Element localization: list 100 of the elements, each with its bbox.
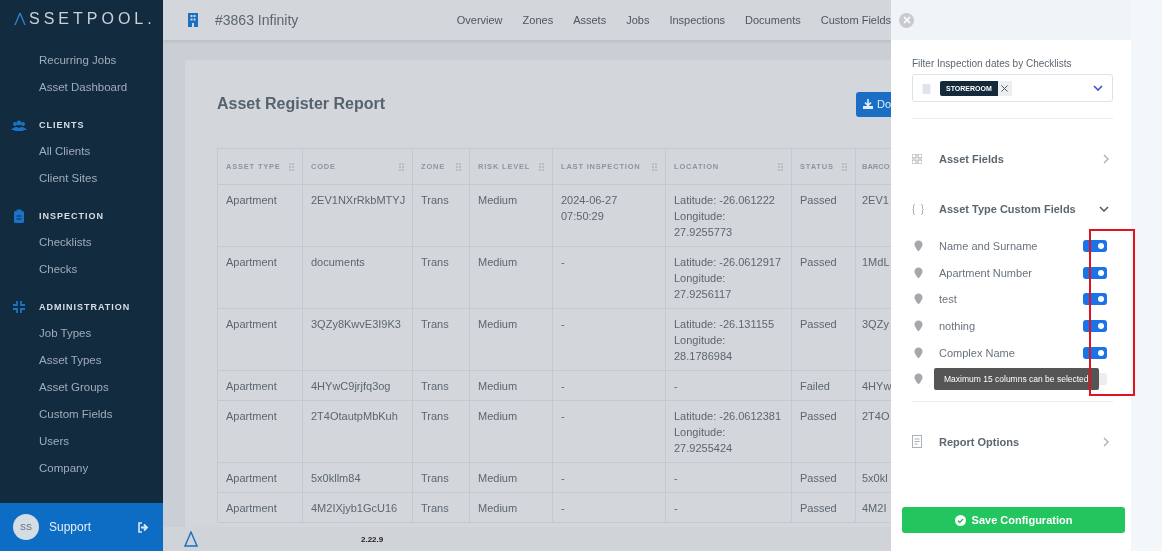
table-cell-text: 2T4O: [862, 409, 891, 424]
sidebar-item[interactable]: Company: [0, 455, 163, 482]
table-cell-text: 4M2I: [862, 501, 888, 516]
table-cell-text: Apartment: [226, 471, 278, 486]
table-cell-text: Apartment: [226, 193, 278, 208]
section-header[interactable]: Report Options: [912, 431, 1113, 452]
sidebar-item[interactable]: Asset Types: [0, 347, 163, 374]
nav-link[interactable]: Documents: [735, 14, 811, 26]
sidebar-item[interactable]: Checklists: [0, 229, 163, 256]
toggle-switch[interactable]: [1083, 266, 1107, 279]
nav-link[interactable]: Jobs: [616, 14, 660, 26]
sidebar-item[interactable]: Users: [0, 428, 163, 455]
nav-link[interactable]: Assets: [563, 14, 617, 26]
table-cell-text: 4HYwC9jrjfq3og: [311, 379, 392, 394]
chevron-down-icon: [1093, 85, 1103, 91]
nav-link[interactable]: Inspections: [659, 14, 736, 26]
map-pin-icon: [914, 373, 923, 386]
building-icon: [188, 13, 198, 27]
section-header[interactable]: Asset Type Custom Fields: [912, 199, 1113, 219]
table-cell-text: Trans: [421, 255, 450, 270]
sidebar-item[interactable]: Job Types: [0, 320, 163, 347]
table-cell-text: 5x0kl: [862, 471, 889, 486]
table-cell-text: Apartment: [226, 501, 278, 516]
compress-icon: [11, 300, 26, 314]
table-cell-text: Passed: [800, 471, 838, 486]
download-button[interactable]: Do: [856, 91, 891, 117]
table-cell-text: documents: [311, 255, 366, 270]
table-cell-text: Medium: [478, 409, 519, 424]
table-cell-text: Apartment: [226, 409, 278, 424]
user-name[interactable]: Support: [49, 520, 137, 534]
table-cell-text: Passed: [800, 255, 838, 270]
close-icon: [902, 16, 911, 24]
table-cell-text: Failed: [800, 379, 831, 394]
table-cell-text: 3QZy: [862, 317, 890, 332]
table-cell-text: Passed: [800, 193, 838, 208]
table-cell-text: Medium: [478, 379, 519, 394]
people-icon: [10, 119, 27, 131]
sidebar-item[interactable]: Custom Fields: [0, 401, 163, 428]
report-title: Asset Register Report: [217, 95, 387, 113]
sidebar-item[interactable]: Checks: [0, 256, 163, 283]
close-icon: [1001, 84, 1009, 92]
table-cell-text: 2T4OtautpMbKuh: [311, 409, 399, 424]
toggle-switch[interactable]: [1083, 346, 1107, 359]
table-cell-text: -: [561, 317, 566, 332]
download-icon: [863, 99, 873, 109]
map-pin-icon: [914, 346, 923, 359]
table-cell-text: Medium: [478, 471, 519, 486]
section-heading: INSPECTION: [39, 211, 104, 221]
toggle-switch[interactable]: [1083, 293, 1107, 306]
nav-link[interactable]: Zones: [512, 14, 564, 26]
table-cell-text: 1MdL: [862, 255, 891, 270]
triangle-logo-icon: [14, 12, 26, 26]
table-cell-text: Latitude: -26.131155 Longitude: 28.1786984: [674, 317, 776, 364]
table-cell-text: -: [561, 379, 566, 394]
toggle-switch[interactable]: [1083, 320, 1107, 333]
tooltip: Maximum 15 columns can be selected: [934, 367, 1099, 390]
nav-link[interactable]: Overview: [446, 14, 513, 26]
sign-out-icon: [137, 521, 149, 533]
chevron-down-icon: [1099, 206, 1109, 212]
toggle-switch[interactable]: [1083, 240, 1107, 253]
table-cell-text: 2EV1: [862, 193, 890, 208]
field-label: Apartment Number: [939, 266, 1033, 279]
table-cell-text: Passed: [800, 317, 838, 332]
document-icon: [912, 435, 922, 449]
filter-label: Filter Inspection dates by Checklists: [912, 58, 1073, 69]
table-cell-text: Trans: [421, 193, 450, 208]
table-cell-text: Medium: [478, 501, 519, 516]
table-cell-text: -: [674, 471, 679, 486]
sidebar-item[interactable]: Asset Dashboard: [0, 74, 163, 101]
map-pin-icon: [914, 240, 923, 253]
sidebar-item[interactable]: Recurring Jobs: [0, 47, 163, 74]
table-cell-text: -: [561, 471, 566, 486]
braces-icon: [912, 203, 924, 215]
table-cell-text: Latitude: -26.0612381 Longitude: 27.9255424: [674, 409, 783, 456]
section-heading: ADMINISTRATION: [39, 302, 131, 312]
table-cell-text: -: [674, 501, 679, 516]
clipboard-icon: [12, 209, 25, 223]
site-title: #3863 Infinity: [215, 12, 299, 28]
table-cell-text: Latitude: -26.061222 Longitude: 27.9255773: [674, 193, 776, 240]
sidebar-item[interactable]: All Clients: [0, 138, 163, 165]
logo-text: SSETPOOL.: [29, 10, 156, 28]
table-cell-text: 4M2IXjyb1GcU16: [311, 501, 399, 516]
map-pin-icon: [914, 266, 923, 279]
table-cell-text: Trans: [421, 379, 450, 394]
sidebar-item[interactable]: Client Sites: [0, 165, 163, 192]
clipboard-icon: [922, 82, 931, 94]
table-cell-text: -: [674, 379, 679, 394]
field-label: test: [939, 293, 958, 306]
table-cell-text: Medium: [478, 255, 519, 270]
nav-link[interactable]: Custom Fields: [810, 14, 891, 26]
map-pin-icon: [914, 320, 923, 333]
table-cell-text: Apartment: [226, 317, 278, 332]
section-header[interactable]: Asset Fields: [912, 149, 1113, 169]
field-label: Name and Surname: [939, 240, 1039, 253]
grid-icon: [912, 154, 922, 164]
table-cell-text: -: [561, 409, 566, 424]
sidebar-item[interactable]: Asset Groups: [0, 374, 163, 401]
map-pin-icon: [914, 293, 923, 306]
table-cell-text: 2EV1NXrRkbMTYJ: [311, 193, 404, 208]
table-cell-text: Trans: [421, 471, 450, 486]
